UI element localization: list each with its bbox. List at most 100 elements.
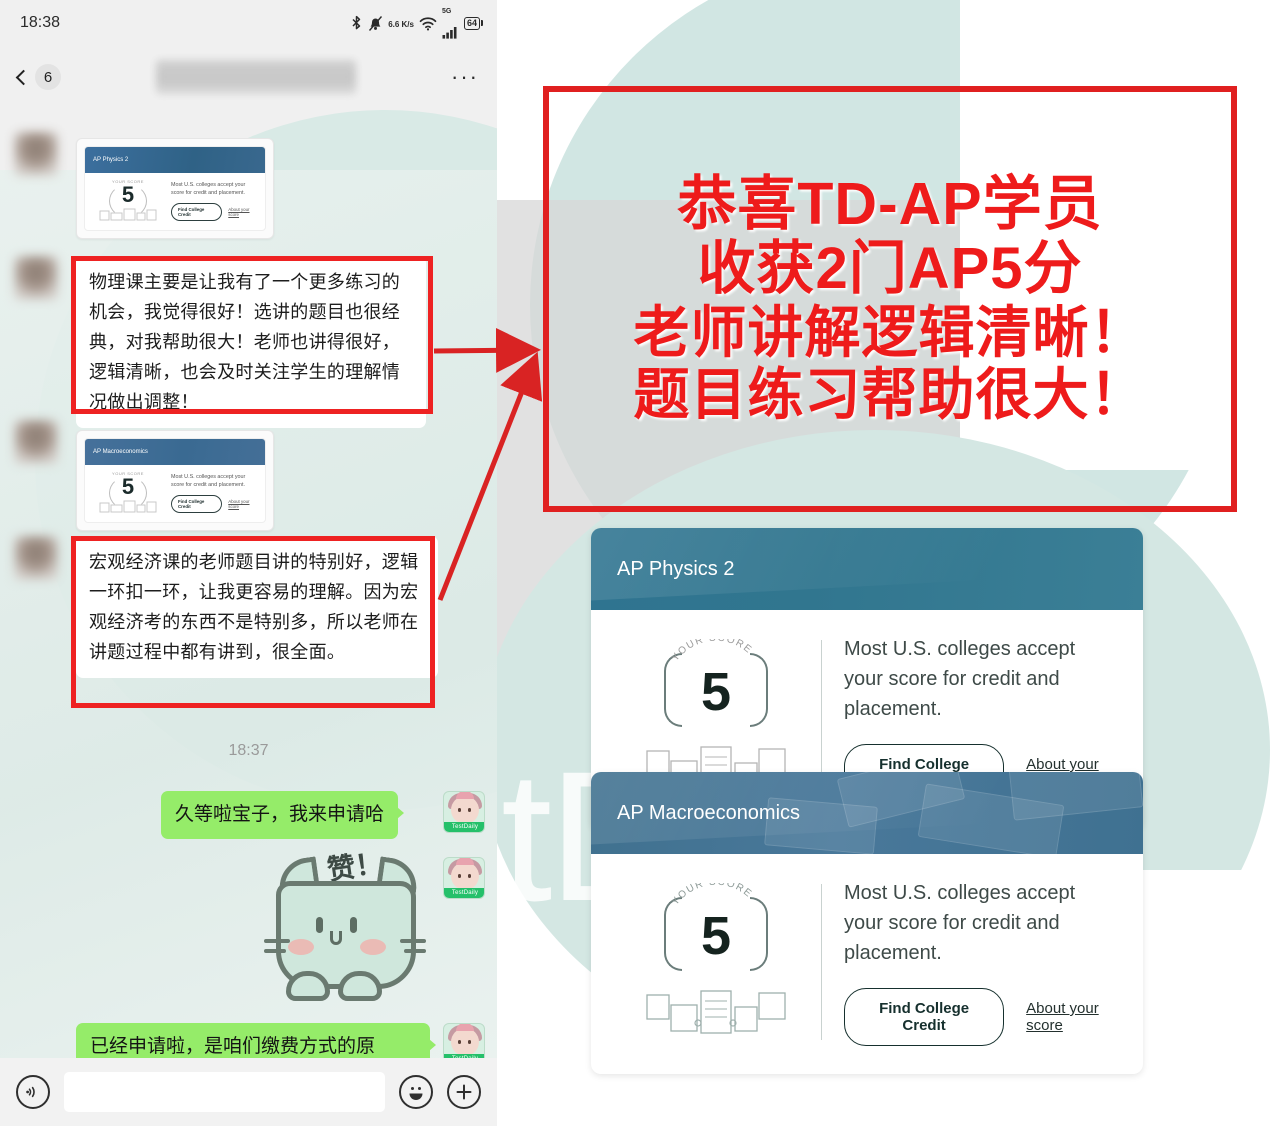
avatar-badge: TestDaily	[444, 822, 484, 832]
annotation-box-macro	[71, 536, 435, 708]
cat-paw	[338, 971, 382, 1001]
avatar	[14, 536, 58, 580]
avatar-cap	[456, 1024, 474, 1031]
cat-whisker	[264, 939, 290, 943]
course-title: AP Physics 2	[617, 557, 735, 580]
thumbnail-actions: Find College Credit About your score	[171, 494, 259, 513]
background-white-wedge-lower	[1120, 870, 1280, 1126]
headline-line-3: 老师讲解逻辑清晰！	[633, 300, 1147, 364]
bluetooth-icon	[350, 15, 363, 32]
net-type-label: 5G	[441, 7, 452, 15]
score-description: Most U.S. colleges accept your score for…	[844, 882, 1076, 964]
list-item[interactable]: AP Physics 2 YOUR SCORE 5 Most U.S. coll…	[76, 138, 274, 239]
thumbnail-description: Most U.S. colleges accept your score for…	[171, 181, 246, 196]
chevron-left-icon	[15, 69, 32, 85]
your-score-label: YOUR SCORE	[670, 883, 753, 908]
thumbnail-info: Most U.S. colleges accept your score for…	[171, 181, 259, 221]
avatar-cap	[456, 858, 474, 865]
thumbnail-info: Most U.S. colleges accept your score for…	[171, 473, 259, 513]
headline-line-2: 收获2门AP5分	[697, 236, 1083, 302]
avatar-eye	[458, 808, 461, 812]
thumbnail-body: YOUR SCORE 5 Most U.S. colleges accept y…	[85, 465, 265, 522]
vertical-divider	[821, 884, 822, 1040]
cat-whisker	[264, 949, 286, 953]
status-bar: 18:38 6.6 K/s 5G 64	[0, 0, 497, 46]
voice-icon[interactable]	[16, 1075, 50, 1109]
avatar-face	[451, 796, 479, 824]
avatar-face	[451, 1028, 479, 1056]
unread-count-badge: 6	[35, 64, 61, 90]
avatar[interactable]: TestDaily	[443, 857, 485, 899]
cat-whisker	[400, 939, 426, 943]
score-card-banner: AP Macroeconomics	[591, 772, 1143, 854]
cat-cheek	[288, 939, 314, 955]
score-card-actions: Find College Credit About your score	[844, 988, 1117, 1046]
avatar-eye	[468, 1040, 471, 1044]
mute-icon	[368, 15, 383, 32]
headline-line-4: 题目练习帮助很大！	[633, 362, 1147, 426]
about-your-score-link[interactable]: About your score	[228, 499, 259, 509]
score-info: Most U.S. colleges accept your score for…	[844, 878, 1117, 1046]
thumbnail-description: Most U.S. colleges accept your score for…	[171, 473, 246, 488]
cat-paw	[286, 971, 330, 1001]
thumbnail-score-block: YOUR SCORE 5	[91, 471, 165, 514]
plus-icon[interactable]	[447, 1075, 481, 1109]
score-block: YOUR SCORE 5	[611, 883, 821, 1042]
find-college-credit-button[interactable]: Find College Credit	[171, 202, 223, 221]
network-speed-label: 6.6 K/s	[388, 14, 414, 32]
avatar-face	[451, 862, 479, 890]
battery-icon: 64	[463, 16, 483, 30]
chat-input-bar	[0, 1058, 497, 1126]
score-value: 5	[700, 661, 732, 722]
score-ring-icon: YOUR SCORE 5	[656, 639, 776, 745]
score-card-body: YOUR SCORE 5	[591, 854, 1143, 1074]
thumbnail-actions: Find College Credit About your score	[171, 202, 259, 221]
avatar-eye	[458, 1040, 461, 1044]
message-input[interactable]	[64, 1072, 385, 1112]
headline-banner: 恭喜TD-AP学员 收获2门AP5分 老师讲解逻辑清晰！ 题目练习帮助很大！	[543, 86, 1237, 512]
score-value: 5	[700, 905, 732, 966]
cat-eye	[316, 917, 323, 933]
find-college-credit-button[interactable]: Find College Credit	[844, 988, 1005, 1046]
sticker-cat[interactable]: 赞！	[264, 847, 426, 1008]
list-item[interactable]: AP Macroeconomics YOUR SCORE 5 Most U.S.…	[76, 430, 274, 531]
thumbnail-course-name: AP Macroeconomics	[93, 449, 148, 455]
outgoing-message-bubble[interactable]: 久等啦宝子，我来申请哈	[161, 791, 405, 839]
score-card-banner: AP Physics 2	[591, 528, 1143, 610]
avatar[interactable]: TestDaily	[443, 791, 485, 833]
cat-eye	[350, 917, 357, 933]
wifi-icon	[419, 16, 437, 31]
score-ring-icon	[109, 476, 147, 510]
avatar-eye	[468, 874, 471, 878]
svg-text:YOUR SCORE: YOUR SCORE	[670, 639, 754, 664]
status-time: 18:38	[20, 14, 61, 31]
more-options-icon[interactable]: ···	[451, 66, 479, 88]
course-title: AP Macroeconomics	[617, 801, 801, 824]
thumbnail-banner: AP Physics 2	[85, 147, 265, 173]
score-card-thumbnail: AP Macroeconomics YOUR SCORE 5 Most U.S.…	[84, 438, 266, 523]
city-skyline-icon	[641, 981, 791, 1042]
status-icon-group: 6.6 K/s 5G 64	[350, 8, 483, 39]
thumbnail-banner: AP Macroeconomics	[85, 439, 265, 465]
avatar-badge: TestDaily	[444, 888, 484, 898]
annotation-box-physics	[71, 256, 433, 414]
emoji-icon[interactable]	[399, 1075, 433, 1109]
score-description: Most U.S. colleges accept your score for…	[844, 638, 1076, 720]
chat-timestamp: 18:37	[228, 742, 269, 759]
battery-level: 64	[463, 16, 480, 30]
avatar-eye	[468, 808, 471, 812]
avatar-eye	[458, 874, 461, 878]
battery-cap	[481, 20, 483, 26]
back-button[interactable]: 6	[15, 64, 61, 90]
avatar	[14, 256, 58, 300]
score-card-macroeconomics[interactable]: AP Macroeconomics YOUR SCORE 5	[591, 772, 1143, 1074]
cat-cheek	[360, 939, 386, 955]
about-your-score-link[interactable]: About your score	[1026, 1000, 1117, 1034]
svg-text:YOUR SCORE: YOUR SCORE	[670, 883, 754, 908]
find-college-credit-button[interactable]: Find College Credit	[171, 494, 223, 513]
avatar-cap	[456, 792, 474, 799]
thumbnail-course-name: AP Physics 2	[93, 157, 129, 163]
about-your-score-link[interactable]: About your score	[228, 207, 259, 217]
avatar	[14, 132, 58, 176]
score-ring-icon: YOUR SCORE 5	[656, 883, 776, 989]
